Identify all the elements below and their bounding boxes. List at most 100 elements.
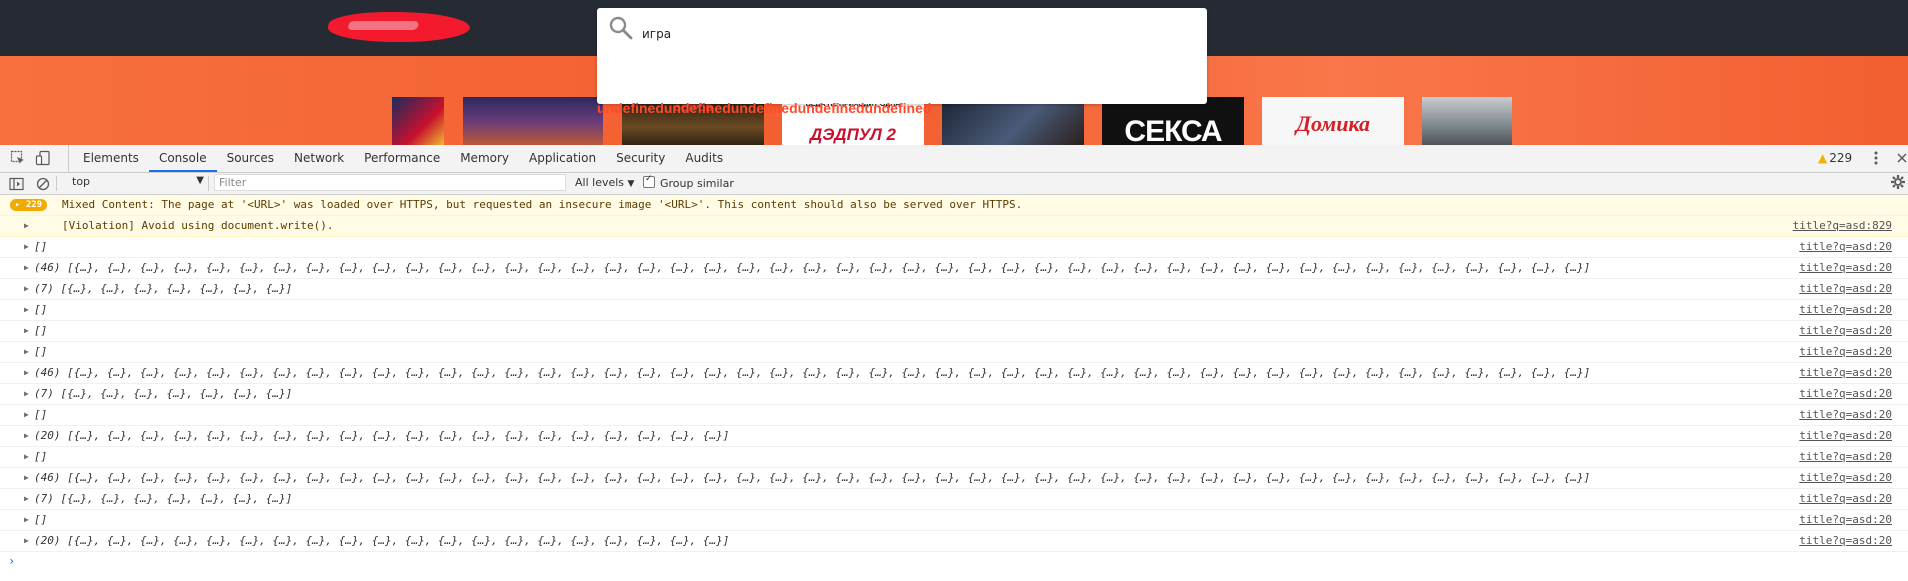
tab-console[interactable]: Console xyxy=(148,145,217,172)
console-message: [] xyxy=(34,408,48,421)
console-source-link[interactable]: title?q=asd:20 xyxy=(1799,447,1892,467)
log-levels-chevron-icon: ▼ xyxy=(627,179,635,189)
expand-triangle-icon[interactable]: ▶ xyxy=(24,321,29,341)
console-source-link[interactable]: title?q=asd:20 xyxy=(1799,510,1892,530)
tab-audits[interactable]: Audits xyxy=(675,145,733,172)
console-row[interactable]: ▶ [] title?q=asd:20 xyxy=(0,342,1908,363)
context-dropdown-icon: ▼ xyxy=(196,175,204,186)
console-source-link[interactable]: title?q=asd:20 xyxy=(1799,342,1892,362)
expand-triangle-icon[interactable]: ▶ xyxy=(24,258,29,278)
close-devtools-icon[interactable] xyxy=(1896,150,1908,170)
expand-triangle-icon[interactable]: ▶ xyxy=(24,468,29,488)
sidebar-toggle-icon[interactable] xyxy=(9,176,25,192)
context-selector[interactable]: top ▼ xyxy=(64,175,204,191)
expand-triangle-icon[interactable]: ▶ xyxy=(24,384,29,404)
console-source-link[interactable]: title?q=asd:20 xyxy=(1799,489,1892,509)
tab-memory[interactable]: Memory xyxy=(450,145,519,172)
console-filter-input[interactable] xyxy=(214,174,566,191)
console-row[interactable]: ▶ [] title?q=asd:20 xyxy=(0,300,1908,321)
console-row[interactable]: ▶ (46) [{…}, {…}, {…}, {…}, {…}, {…}, {…}… xyxy=(0,258,1908,279)
console-message: [] xyxy=(34,303,48,316)
search-dropdown[interactable]: игра xyxy=(597,8,1207,104)
console-row[interactable]: ▶ (20) [{…}, {…}, {…}, {…}, {…}, {…}, {…}… xyxy=(0,426,1908,447)
clear-console-icon[interactable] xyxy=(36,176,52,192)
console-source-link[interactable]: title?q=asd:20 xyxy=(1799,405,1892,425)
expand-triangle-icon[interactable]: ▶ xyxy=(24,300,29,320)
prompt-caret: › xyxy=(8,554,16,568)
devtools-panel: Elements Console Sources Network Perform… xyxy=(0,145,1908,581)
console-source-link[interactable]: title?q=asd:20 xyxy=(1799,279,1892,299)
console-row[interactable]: ▶ (20) [{…}, {…}, {…}, {…}, {…}, {…}, {…}… xyxy=(0,531,1908,552)
warning-group-badge[interactable]: ▸ 229 xyxy=(10,199,48,211)
console-source-link[interactable]: title?q=asd:829 xyxy=(1793,216,1892,236)
device-toolbar-icon[interactable] xyxy=(35,150,51,166)
console-row[interactable]: ▶ [] title?q=asd:20 xyxy=(0,510,1908,531)
console-source-link[interactable]: title?q=asd:20 xyxy=(1799,363,1892,383)
expand-triangle-icon[interactable]: ▶ xyxy=(24,426,29,446)
console-row[interactable]: ▶ (7) [{…}, {…}, {…}, {…}, {…}, {…}, {…}]… xyxy=(0,489,1908,510)
expand-triangle-icon[interactable]: ▶ xyxy=(24,216,29,236)
site-logo-redacted[interactable] xyxy=(324,12,474,42)
tab-security[interactable]: Security xyxy=(606,145,675,172)
search-icon xyxy=(607,14,635,46)
group-similar-checkbox[interactable] xyxy=(643,174,655,188)
console-message: (46) [{…}, {…}, {…}, {…}, {…}, {…}, {…},… xyxy=(34,366,1591,379)
tab-performance[interactable]: Performance xyxy=(354,145,450,172)
console-prompt[interactable]: › xyxy=(0,552,1908,570)
group-similar-toggle[interactable]: Group similar xyxy=(643,174,734,190)
console-message: (20) [{…}, {…}, {…}, {…}, {…}, {…}, {…},… xyxy=(34,429,730,442)
console-row[interactable]: ▶ (7) [{…}, {…}, {…}, {…}, {…}, {…}, {…}]… xyxy=(0,279,1908,300)
console-warning-row[interactable]: ▸ 229 Mixed Content: The page at '<URL>'… xyxy=(0,195,1908,216)
expand-triangle-icon[interactable]: ▶ xyxy=(24,363,29,383)
console-message: [] xyxy=(34,345,48,358)
console-source-link[interactable]: title?q=asd:20 xyxy=(1799,468,1892,488)
console-row[interactable]: ▶ [] title?q=asd:20 xyxy=(0,321,1908,342)
expand-triangle-icon[interactable]: ▶ xyxy=(24,279,29,299)
expand-triangle-icon[interactable]: ▶ xyxy=(24,405,29,425)
group-similar-label: Group similar xyxy=(660,177,734,190)
console-row[interactable]: ▶ [] title?q=asd:20 xyxy=(0,447,1908,468)
console-row[interactable]: ▶ (46) [{…}, {…}, {…}, {…}, {…}, {…}, {…}… xyxy=(0,363,1908,384)
console-message: (20) [{…}, {…}, {…}, {…}, {…}, {…}, {…},… xyxy=(34,534,730,547)
inspect-element-icon[interactable] xyxy=(10,150,26,166)
poster-7-label: Домика xyxy=(1295,111,1371,136)
console-message: [] xyxy=(34,450,48,463)
search-query[interactable]: игра xyxy=(642,27,671,41)
console-row[interactable]: ▶ (46) [{…}, {…}, {…}, {…}, {…}, {…}, {…}… xyxy=(0,468,1908,489)
expand-triangle-icon[interactable]: ▶ xyxy=(24,489,29,509)
tab-sources[interactable]: Sources xyxy=(217,145,284,172)
more-options-icon[interactable] xyxy=(1872,150,1880,170)
console-source-link[interactable]: title?q=asd:20 xyxy=(1799,531,1892,551)
poster-7[interactable]: Домика xyxy=(1262,97,1404,145)
expand-triangle-icon[interactable]: ▶ xyxy=(24,531,29,551)
warning-counter[interactable]: ▲ 229 xyxy=(1818,151,1852,165)
console-row[interactable]: ▶ [Violation] Avoid using document.write… xyxy=(0,216,1908,237)
console-message: (7) [{…}, {…}, {…}, {…}, {…}, {…}, {…}] xyxy=(34,387,293,400)
expand-triangle-icon[interactable]: ▶ xyxy=(24,342,29,362)
console-settings-icon[interactable] xyxy=(1890,174,1906,194)
console-source-link[interactable]: title?q=asd:20 xyxy=(1799,258,1892,278)
devtools-tabbar: Elements Console Sources Network Perform… xyxy=(0,145,1908,173)
console-row[interactable]: ▶ (7) [{…}, {…}, {…}, {…}, {…}, {…}, {…}]… xyxy=(0,384,1908,405)
tab-application[interactable]: Application xyxy=(519,145,606,172)
expand-triangle-icon[interactable]: ▶ xyxy=(24,447,29,467)
console-source-link[interactable]: title?q=asd:20 xyxy=(1799,300,1892,320)
tab-network[interactable]: Network xyxy=(284,145,354,172)
poster-1[interactable] xyxy=(392,97,444,145)
poster-8[interactable] xyxy=(1422,97,1512,145)
console-message: [] xyxy=(34,513,48,526)
console-row[interactable]: ▶ [] title?q=asd:20 xyxy=(0,237,1908,258)
console-source-link[interactable]: title?q=asd:20 xyxy=(1799,321,1892,341)
console-source-link[interactable]: title?q=asd:20 xyxy=(1799,426,1892,446)
expand-triangle-icon[interactable]: ▶ xyxy=(24,237,29,257)
tab-elements[interactable]: Elements xyxy=(73,145,149,172)
poster-2[interactable] xyxy=(463,97,603,145)
console-row[interactable]: ▶ [] title?q=asd:20 xyxy=(0,405,1908,426)
poster-4-label: ДЭДПУЛ 2 xyxy=(810,125,896,144)
console-source-link[interactable]: title?q=asd:20 xyxy=(1799,384,1892,404)
website-viewport: ОСТРОВ БЕДА НЕ ПРИХОДИТ ОДНА ДЭДПУЛ 2 СЕ… xyxy=(0,0,1908,145)
console-source-link[interactable]: title?q=asd:20 xyxy=(1799,237,1892,257)
expand-triangle-icon[interactable]: ▶ xyxy=(24,510,29,530)
log-levels-dropdown[interactable]: All levels ▼ xyxy=(575,176,634,189)
console-message: [] xyxy=(34,240,48,253)
